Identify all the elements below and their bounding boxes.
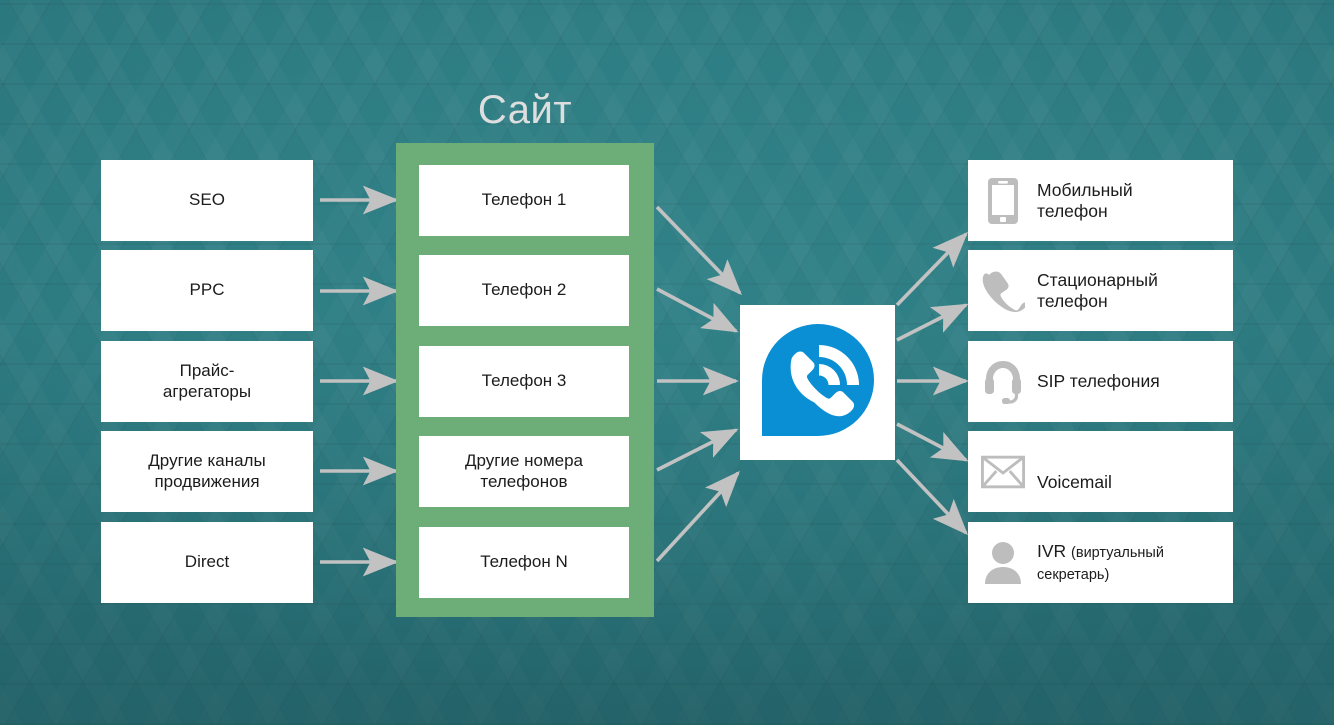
phone-call-icon (754, 316, 882, 449)
arrow-phone2-to-hub (656, 287, 739, 333)
headset-icon (981, 358, 1025, 406)
source-label: Direct (184, 552, 230, 572)
destination-box-mobile-phone[interactable]: Мобильный телефон (968, 160, 1233, 241)
site-box-phone-3[interactable]: Телефон 3 (419, 346, 629, 417)
destination-label: Voicemail (1037, 451, 1112, 493)
person-icon (981, 540, 1025, 586)
site-title: Сайт (477, 88, 573, 132)
site-label: Телефон N (480, 552, 568, 572)
destination-label-main: Voicemail (1037, 471, 1112, 492)
mobile-phone-icon (981, 176, 1025, 226)
destination-box-ivr[interactable]: IVR (виртуальный секретарь) (968, 522, 1233, 603)
source-label: Прайс- агрегаторы (162, 360, 252, 401)
arrow-phone1-to-hub (655, 205, 743, 296)
source-label: Другие каналы продвижения (148, 450, 266, 491)
site-box-phone-n[interactable]: Телефон N (419, 527, 629, 598)
handset-phone-icon (981, 269, 1025, 313)
site-label: Телефон 2 (481, 280, 567, 300)
destination-box-voicemail[interactable]: Voicemail (968, 431, 1233, 512)
arrow-hub-to-mobile (895, 231, 969, 307)
source-box-seo[interactable]: SEO (101, 160, 313, 241)
source-label: PPC (189, 280, 225, 300)
source-box-ppc[interactable]: PPC (101, 250, 313, 331)
destination-box-sip-telephony[interactable]: SIP телефония (968, 341, 1233, 422)
call-tracking-hub[interactable] (740, 305, 895, 460)
site-label: Телефон 3 (481, 371, 567, 391)
arrow-hub-to-voicemail (896, 422, 969, 462)
arrow-phoneN-to-hub (655, 470, 740, 563)
destination-label: Мобильный телефон (1037, 179, 1133, 221)
site-label: Другие номера телефонов (464, 450, 584, 491)
source-label: SEO (189, 190, 225, 210)
arrow-hub-to-ivr (895, 458, 968, 536)
destination-label: Стационарный телефон (1037, 269, 1158, 311)
site-box-phone-1[interactable]: Телефон 1 (419, 165, 629, 236)
envelope-icon (981, 455, 1025, 489)
diagram-canvas: SEO PPC Прайс- агрегаторы Другие каналы … (0, 0, 1334, 725)
destination-label: SIP телефония (1037, 371, 1160, 391)
destination-box-landline-phone[interactable]: Стационарный телефон (968, 250, 1233, 331)
site-box-other-numbers[interactable]: Другие номера телефонов (419, 436, 629, 507)
site-label: Телефон 1 (481, 190, 567, 210)
source-box-direct[interactable]: Direct (101, 522, 313, 603)
site-box-phone-2[interactable]: Телефон 2 (419, 255, 629, 326)
destination-label: IVR (виртуальный секретарь) (1037, 541, 1164, 584)
source-box-price-aggregators[interactable]: Прайс- агрегаторы (101, 341, 313, 422)
arrow-hub-to-landline (896, 303, 969, 342)
ivr-label-main: IVR (1037, 541, 1072, 562)
arrow-phone-other-to-hub (656, 428, 739, 472)
source-box-other-channels[interactable]: Другие каналы продвижения (101, 431, 313, 512)
